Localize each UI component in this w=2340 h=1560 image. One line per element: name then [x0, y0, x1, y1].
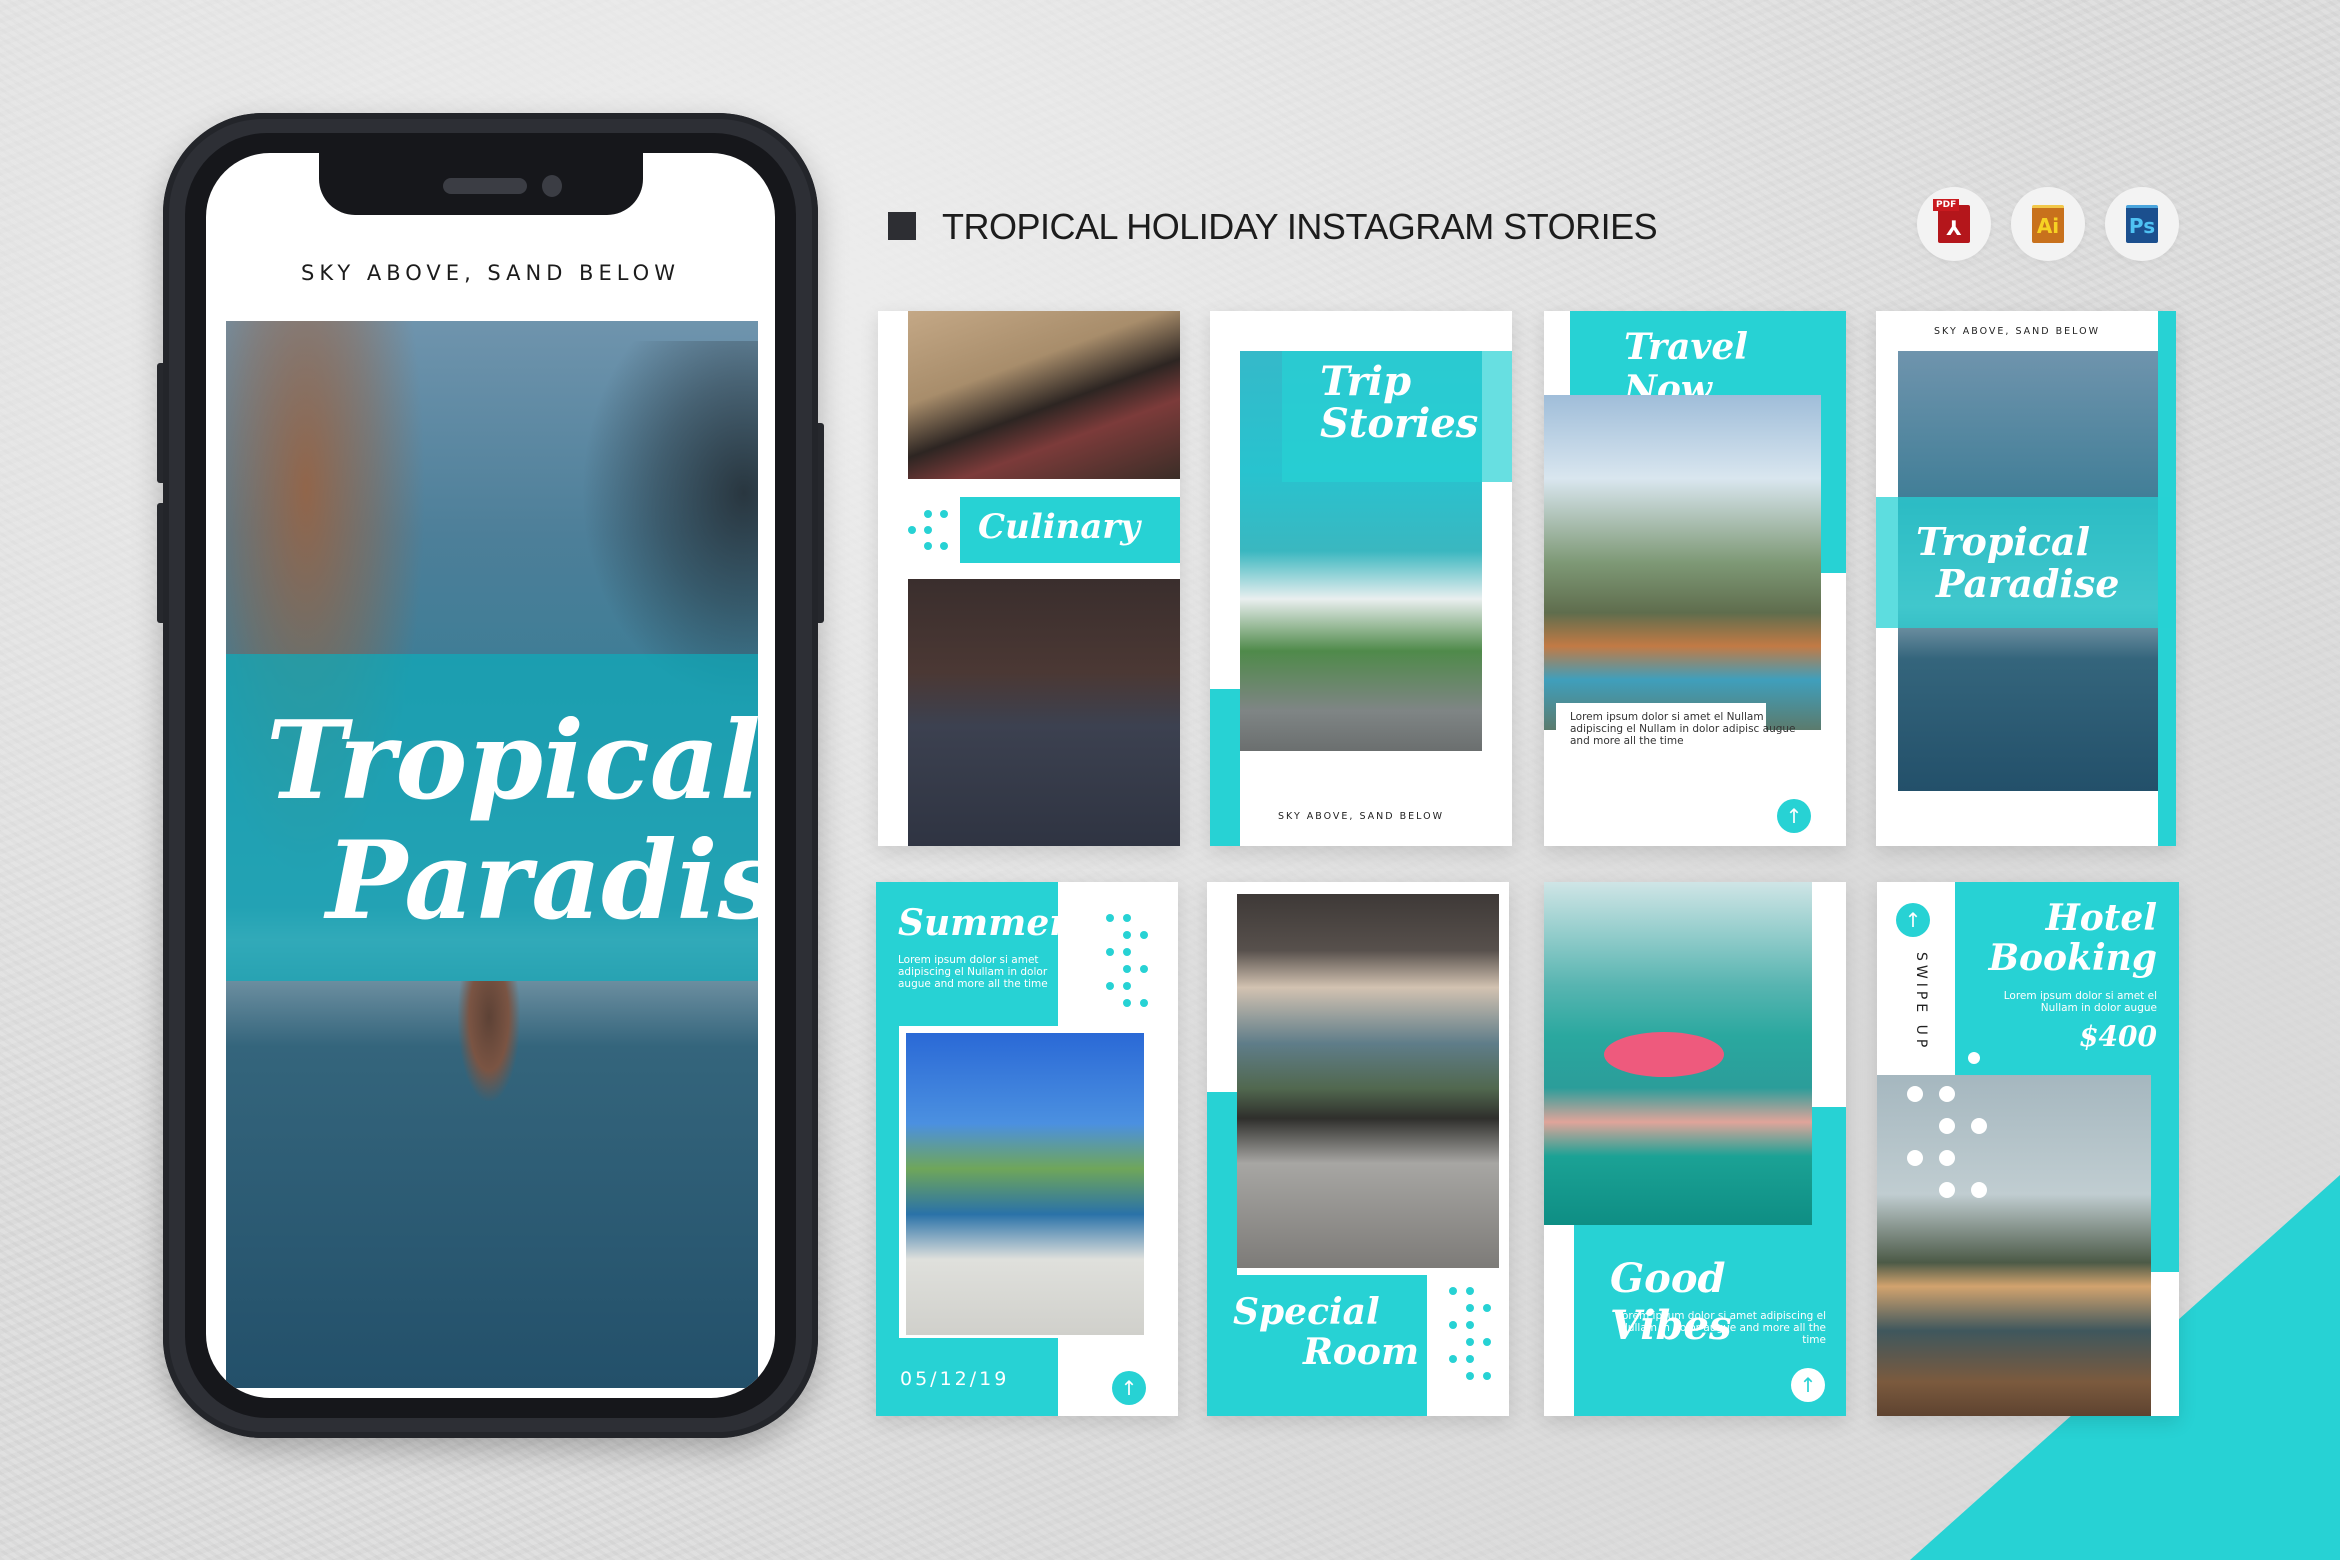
phone-story-title: Tropical Paradise	[266, 698, 758, 944]
decorative-dots	[1106, 914, 1148, 1007]
phone-notch	[319, 153, 643, 215]
camera-icon	[542, 175, 562, 197]
swipe-up-label: SWIPE UP	[1913, 952, 1929, 1052]
photoshop-icon: Ps	[2126, 205, 2158, 243]
flamingo-float-shape	[1604, 1032, 1724, 1077]
summer-body-text: Lorem ipsum dolor si amet adipiscing el …	[898, 954, 1048, 990]
resort-pool-photo	[1544, 395, 1821, 730]
format-badge-illustrator: Ai	[2011, 187, 2085, 261]
acrobat-glyph-icon: ⅄	[1946, 216, 1962, 240]
flamingo-float-photo	[1544, 882, 1812, 1225]
story-card-tropical-paradise[interactable]: SKY ABOVE, SAND BELOW Tropical Paradise	[1876, 311, 2176, 846]
illustrator-icon: Ai	[2032, 205, 2064, 243]
story-card-special-room[interactable]: Special Room	[1207, 882, 1509, 1416]
swipe-up-button[interactable]: ↑	[1791, 1368, 1825, 1402]
phone-power-button	[818, 423, 824, 623]
phone-caption: SKY ABOVE, SAND BELOW	[301, 261, 680, 285]
decorative-dot	[1968, 1052, 1980, 1064]
hotel-body-text: Lorem ipsum dolor si amet el Nullam in d…	[2003, 990, 2157, 1014]
page-title: TROPICAL HOLIDAY INSTAGRAM STORIES	[942, 206, 1658, 247]
phone-volume-up-button	[157, 363, 163, 483]
story-card-trip-stories[interactable]: Trip Stories SKY ABOVE, SAND BELOW	[1210, 311, 1512, 846]
story-card-travel-now[interactable]: Travel Now Lorem ipsum dolor si amet el …	[1544, 311, 1846, 846]
format-badge-photoshop: Ps	[2105, 187, 2179, 261]
accent-strip	[1210, 689, 1240, 846]
title-bullet-square	[888, 212, 916, 240]
special-room-title: Special Room	[1233, 1291, 1420, 1373]
phone-screen: SKY ABOVE, SAND BELOW Tropical Paradise	[206, 153, 775, 1398]
swipe-up-button[interactable]: ↑	[1777, 799, 1811, 833]
paradise-caption: SKY ABOVE, SAND BELOW	[1934, 326, 2100, 337]
arrow-up-icon: ↑	[1785, 804, 1803, 828]
pdf-icon: PDF ⅄	[1933, 199, 1970, 243]
phone-mockup: SKY ABOVE, SAND BELOW Tropical Paradise	[157, 113, 824, 1438]
phone-volume-down-button	[157, 503, 163, 623]
story-card-culinary[interactable]: Culinary	[878, 311, 1180, 846]
swimmer-shape	[458, 981, 520, 1101]
story-card-hotel-booking[interactable]: ↑ SWIPE UP Hotel Booking Lorem ipsum dol…	[1877, 882, 2179, 1416]
summer-title: Summer	[898, 902, 1069, 944]
story-card-summer[interactable]: Summer Lorem ipsum dolor si amet adipisc…	[876, 882, 1178, 1416]
hotel-room-photo	[1237, 894, 1499, 1268]
swipe-up-button[interactable]: ↑	[1896, 903, 1930, 937]
travel-body-text: Lorem ipsum dolor si amet el Nullam adip…	[1570, 711, 1796, 747]
trip-caption: SKY ABOVE, SAND BELOW	[1278, 811, 1444, 822]
good-vibes-body-text: Lorem ipsum dolor si amet adipiscing el …	[1616, 1310, 1826, 1346]
summer-date: 05/12/19	[900, 1368, 1010, 1390]
paradise-title: Tropical Paradise	[1916, 519, 2120, 606]
arrow-up-icon: ↑	[1904, 908, 1922, 932]
arrow-up-icon: ↑	[1120, 1376, 1138, 1400]
food-photo-salad	[908, 311, 1180, 479]
arrow-up-icon: ↑	[1799, 1373, 1817, 1397]
food-photo-breakfast	[908, 579, 1180, 846]
hotel-price: $400	[2079, 1020, 2157, 1053]
culinary-title: Culinary	[978, 507, 1141, 547]
speaker-icon	[443, 178, 527, 194]
swipe-up-button[interactable]: ↑	[1112, 1371, 1146, 1405]
decorative-dots-white	[1907, 1086, 1987, 1198]
format-badge-pdf: PDF ⅄	[1917, 187, 1991, 261]
trip-stories-title: Trip Stories	[1320, 358, 1479, 447]
hotel-booking-title: Hotel Booking	[1988, 897, 2157, 979]
decorative-dots	[1449, 1287, 1491, 1380]
beach-hut-photo	[906, 1033, 1144, 1335]
phone-story-photo: Tropical Paradise	[226, 321, 758, 1388]
decorative-dots	[908, 510, 948, 550]
story-card-good-vibes[interactable]: Good Vibes Lorem ipsum dolor si amet adi…	[1544, 882, 1846, 1416]
